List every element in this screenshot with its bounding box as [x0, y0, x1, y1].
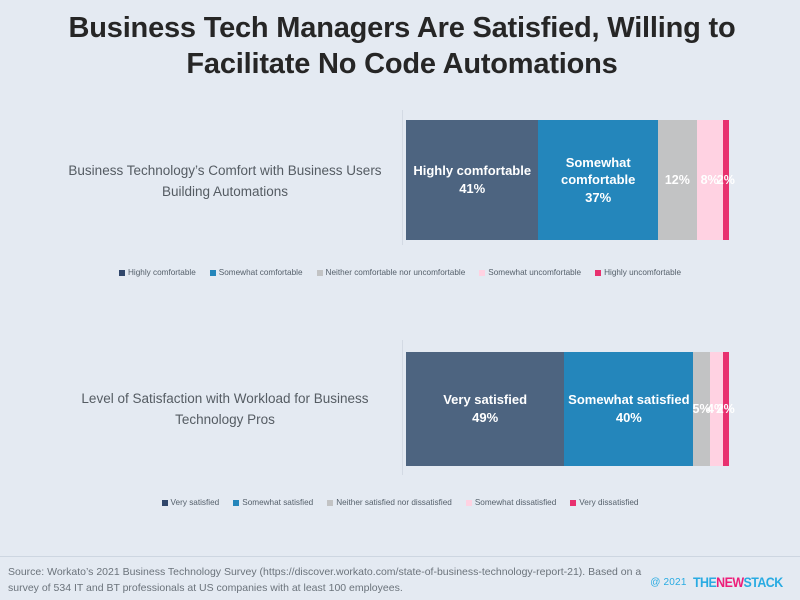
legend-item-label: Neither comfortable nor uncomfortable [325, 268, 466, 277]
legend-swatch-icon [161, 499, 168, 506]
legend-item-somewhat-dissatisfied[interactable]: Somewhat dissatisfied [465, 498, 557, 507]
bar-segment-value: 49% [472, 410, 499, 425]
footer-divider [0, 556, 800, 557]
bar-segment-highly-uncomfortable[interactable]: 2% [717, 120, 735, 240]
legend-swatch-icon [479, 269, 486, 276]
legend-swatch-icon [327, 499, 334, 506]
bar-segment-value: 41% [459, 181, 486, 196]
copyright-text: @ 2021 [650, 577, 687, 588]
attribution: @ 2021 THENEWSTACK [650, 575, 790, 590]
bar-segment-somewhat-dissatisfied[interactable]: 4% [707, 352, 725, 466]
bar-segment-label: Somewhat comfortable 37% [538, 154, 658, 207]
bar-segment-somewhat-comfortable[interactable]: Somewhat comfortable 37% [538, 120, 658, 240]
bar-segment-name: Somewhat satisfied [568, 392, 690, 408]
source-note: Source: Workato’s 2021 Business Technolo… [8, 566, 642, 594]
legend-swatch-icon [233, 499, 240, 506]
bar-segment-value: 12% [664, 172, 690, 187]
stacked-bar-satisfaction: Very satisfied 49% Somewhat satisfied 40… [406, 352, 735, 466]
bar-segment-label: 12% [665, 172, 690, 189]
bar-segment-value: 40% [615, 410, 642, 425]
page-title: Business Tech Managers Are Satisfied, Wi… [68, 12, 736, 81]
infographic-page: Business Tech Managers Are Satisfied, Wi… [0, 0, 800, 600]
legend-item-label: Highly comfortable [127, 268, 196, 277]
legend-item-somewhat-satisfied[interactable]: Somewhat satisfied [233, 498, 313, 507]
bar-segment-name: Very satisfied [443, 392, 528, 408]
logo-part-the: THE [692, 575, 717, 590]
chart-comfort-plot-area: Highly comfortable 41% Somewhat comforta… [402, 110, 742, 245]
legend-item-neither-satisfied[interactable]: Neither satisfied nor dissatisfied [327, 498, 452, 507]
legend-item-neither-comfortable[interactable]: Neither comfortable nor uncomfortable [316, 268, 466, 277]
logo-part-stack: STACK [743, 575, 783, 590]
bar-segment-label: Very satisfied 49% [443, 391, 527, 426]
chart-satisfaction-category-label: Level of Satisfaction with Workload for … [81, 391, 369, 427]
legend-item-highly-comfortable[interactable]: Highly comfortable [118, 268, 196, 277]
bar-segment-label: 5% [693, 401, 711, 418]
legend-item-somewhat-comfortable[interactable]: Somewhat comfortable [209, 268, 303, 277]
legend-item-highly-uncomfortable[interactable]: Highly uncomfortable [595, 268, 681, 277]
legend-item-very-satisfied[interactable]: Very satisfied [161, 498, 220, 507]
bar-segment-very-satisfied[interactable]: Very satisfied 49% [406, 352, 565, 466]
legend-swatch-icon [118, 269, 125, 276]
legend-item-label: Very satisfied [170, 498, 220, 507]
legend-item-label: Very dissatisfied [579, 498, 639, 507]
chart-comfort-legend: Highly comfortable Somewhat comfortable … [0, 268, 800, 277]
chart-comfort-category-label: Business Technology’s Comfort with Busin… [68, 163, 382, 199]
bar-segment-name: Highly comfortable [413, 163, 532, 179]
bar-segment-highly-comfortable[interactable]: Highly comfortable 41% [406, 120, 539, 240]
bar-segment-value: 5% [692, 401, 711, 416]
legend-item-very-dissatisfied[interactable]: Very dissatisfied [570, 498, 638, 507]
chart-satisfaction-plot-area: Very satisfied 49% Somewhat satisfied 40… [402, 340, 742, 475]
axis-gridline [402, 110, 403, 245]
bar-segment-neither-comfortable[interactable]: 12% [657, 120, 697, 240]
legend-item-label: Neither satisfied nor dissatisfied [336, 498, 452, 507]
bar-segment-label: 8% [701, 172, 719, 189]
legend-swatch-icon [209, 269, 216, 276]
legend-item-label: Somewhat dissatisfied [474, 498, 557, 507]
legend-swatch-icon [465, 499, 472, 506]
legend-item-somewhat-uncomfortable[interactable]: Somewhat uncomfortable [479, 268, 581, 277]
bar-segment-label: Somewhat satisfied 40% [568, 391, 689, 426]
chart-satisfaction-legend: Very satisfied Somewhat satisfied Neithe… [0, 498, 800, 507]
legend-item-label: Somewhat comfortable [218, 268, 303, 277]
legend-item-label: Somewhat uncomfortable [488, 268, 582, 277]
bar-segment-value: 8% [700, 172, 719, 187]
legend-item-label: Highly uncomfortable [604, 268, 682, 277]
bar-segment-somewhat-satisfied[interactable]: Somewhat satisfied 40% [564, 352, 694, 466]
bar-segment-neither-satisfied[interactable]: 5% [693, 352, 711, 466]
legend-swatch-icon [595, 269, 602, 276]
bar-segment-value: 37% [585, 189, 612, 205]
stacked-bar-comfort: Highly comfortable 41% Somewhat comforta… [406, 120, 735, 240]
bar-segment-somewhat-uncomfortable[interactable]: 8% [696, 120, 723, 240]
bar-segment-name: Somewhat comfortable [560, 154, 636, 188]
legend-swatch-icon [570, 499, 577, 506]
axis-gridline [402, 340, 403, 475]
thenewstack-logo[interactable]: THENEWSTACK [693, 575, 783, 590]
legend-swatch-icon [316, 269, 323, 276]
bar-segment-very-dissatisfied[interactable]: 2% [717, 352, 735, 466]
legend-item-label: Somewhat satisfied [242, 498, 314, 507]
logo-part-new: NEW [715, 575, 744, 590]
bar-segment-label: Highly comfortable 41% [413, 162, 531, 197]
